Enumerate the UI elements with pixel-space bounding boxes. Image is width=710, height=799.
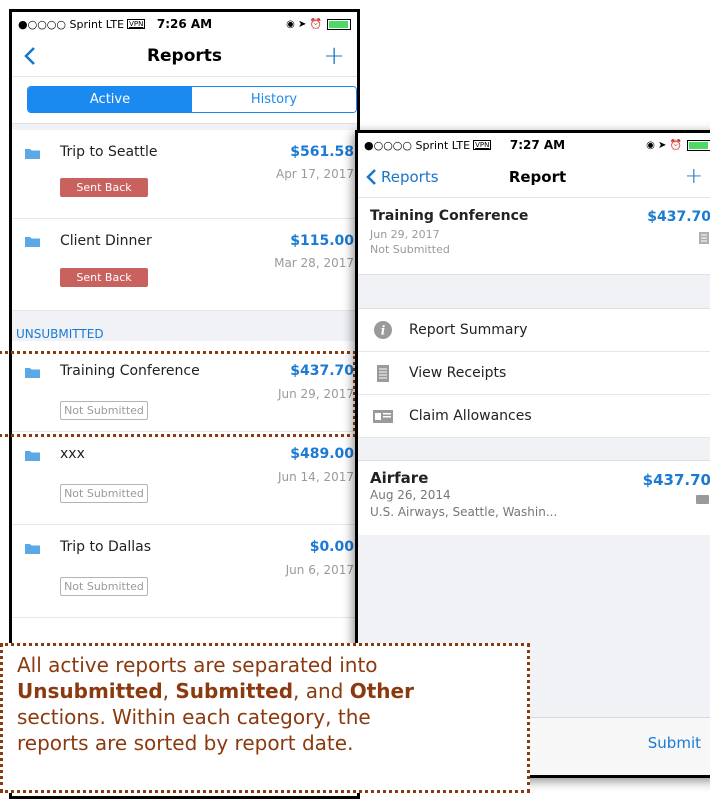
expense-amount: $437.70	[642, 471, 710, 489]
chevron-left-icon	[24, 47, 35, 65]
folder-icon	[25, 368, 40, 378]
expense-date: Aug 26, 2014	[370, 488, 451, 502]
report-name: Training Conference	[60, 363, 200, 379]
submit-button[interactable]: Submit	[648, 734, 701, 752]
report-summary-item[interactable]: i Report Summary	[358, 309, 710, 352]
battery-icon	[327, 18, 351, 30]
receipt-icon	[373, 363, 393, 383]
report-amount: $489.00	[290, 446, 354, 462]
back-button[interactable]: Reports	[358, 168, 439, 186]
report-header: Training Conference Jun 29, 2017 Not Sub…	[358, 198, 710, 275]
credit-card-icon	[696, 495, 709, 504]
tab-history[interactable]: History	[192, 87, 356, 112]
callout-line: reports are sorted by report date.	[17, 731, 354, 755]
status-badge: Not Submitted	[60, 484, 148, 503]
status-icons: ◉ ➤ ⏰	[646, 139, 682, 151]
report-amount: $0.00	[309, 539, 354, 555]
view-receipts-label: View Receipts	[409, 365, 507, 381]
folder-icon	[25, 451, 40, 461]
report-date: Jun 14, 2017	[277, 470, 354, 484]
status-bar: ●○○○○ Sprint LTE VPN 7:26 AM ◉ ➤ ⏰	[12, 12, 357, 36]
segmented-control: Active History	[27, 86, 357, 113]
report-total: $437.70	[647, 209, 710, 225]
status-badge: Sent Back	[60, 178, 148, 197]
expense-row[interactable]: Airfare Aug 26, 2014 U.S. Airways, Seatt…	[358, 461, 710, 541]
callout-bold: Other	[349, 679, 414, 703]
vpn-badge: VPN	[473, 140, 492, 150]
report-name: Trip to Dallas	[60, 539, 151, 555]
status-bar: ●○○○○ Sprint LTE VPN 7:27 AM ◉ ➤ ⏰	[358, 133, 710, 157]
status-badge: Not Submitted	[60, 401, 148, 420]
callout-bold: Unsubmitted	[17, 679, 163, 703]
folder-icon	[25, 237, 40, 247]
report-row[interactable]: Training Conference $437.70 Jun 29, 2017…	[12, 341, 357, 432]
callout-line: sections. Within each category, the	[17, 705, 371, 729]
report-row[interactable]: xxx $489.00 Jun 14, 2017 Not Submitted	[12, 432, 357, 525]
view-receipts-item[interactable]: View Receipts	[358, 352, 710, 395]
report-date: Apr 17, 2017	[275, 167, 354, 181]
report-amount: $115.00	[290, 233, 354, 249]
page-title: Reports	[146, 46, 223, 66]
report-row[interactable]: Client Dinner $115.00 Mar 28, 2017 Sent …	[12, 219, 357, 311]
chevron-left-icon	[366, 169, 376, 185]
report-date: Jun 6, 2017	[285, 563, 354, 577]
battery-icon	[687, 139, 710, 151]
tab-active[interactable]: Active	[28, 87, 192, 112]
report-date: Jun 29, 2017	[370, 228, 440, 241]
receipt-icon	[699, 232, 709, 244]
report-name: Trip to Seattle	[60, 144, 158, 160]
carrier-label: ●○○○○ Sprint LTE	[364, 138, 471, 152]
claim-allowances-item[interactable]: Claim Allowances	[358, 395, 710, 438]
report-row[interactable]: Trip to Seattle $561.58 Apr 17, 2017 Sen…	[12, 130, 357, 219]
add-expense-button[interactable]: +	[685, 166, 703, 188]
status-badge: Not Submitted	[60, 577, 148, 596]
vpn-badge: VPN	[127, 19, 146, 29]
callout-bold: Submitted	[175, 679, 294, 703]
back-button[interactable]	[12, 46, 36, 66]
nav-bar: Reports Report +	[358, 157, 710, 198]
info-icon: i	[373, 320, 393, 340]
back-label: Reports	[381, 168, 439, 186]
report-summary-label: Report Summary	[409, 322, 528, 338]
expense-detail: U.S. Airways, Seattle, Washin...	[370, 505, 558, 519]
svg-text:i: i	[381, 324, 386, 338]
report-date: Mar 28, 2017	[274, 256, 354, 270]
report-amount: $561.58	[290, 144, 354, 160]
allowance-icon	[373, 406, 393, 426]
carrier-label: ●○○○○ Sprint LTE	[18, 17, 125, 31]
report-status: Not Submitted	[370, 243, 450, 256]
report-amount: $437.70	[290, 363, 354, 379]
add-report-button[interactable]: +	[323, 43, 345, 69]
callout-line: All active reports are separated into	[17, 653, 378, 677]
report-row[interactable]: Trip to Dallas $0.00 Jun 6, 2017 Not Sub…	[12, 525, 357, 618]
callout-note: All active reports are separated into Un…	[0, 643, 530, 793]
claim-allowances-label: Claim Allowances	[409, 408, 532, 424]
status-icons: ◉ ➤ ⏰	[286, 18, 322, 30]
status-badge: Sent Back	[60, 268, 148, 287]
nav-bar: Reports +	[12, 36, 357, 77]
section-header: UNSUBMITTED	[12, 311, 357, 341]
report-date: Jun 29, 2017	[277, 387, 354, 401]
report-name: xxx	[60, 446, 85, 462]
folder-icon	[25, 544, 40, 554]
report-name: Client Dinner	[60, 233, 152, 249]
folder-icon	[25, 149, 40, 159]
